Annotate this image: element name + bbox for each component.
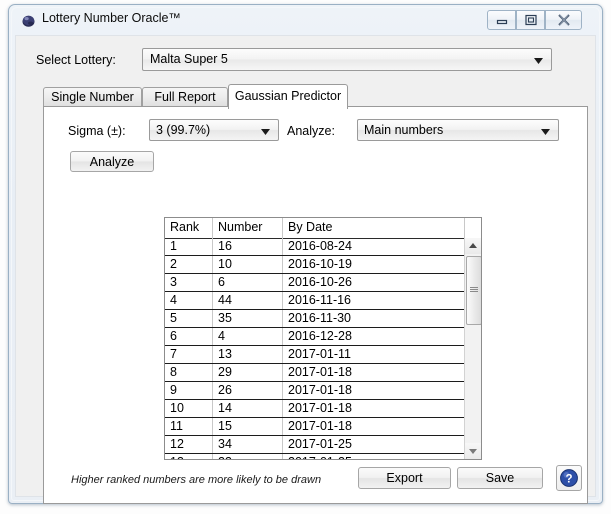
tab-gaussian-predictor[interactable]: Gaussian Predictor <box>228 84 348 109</box>
hint-text: Higher ranked numbers are more likely to… <box>71 474 322 486</box>
cell-by-date: 2017-01-18 <box>288 365 352 379</box>
tab-single-number-label: Single Number <box>51 90 134 104</box>
cell-rank: 12 <box>165 436 213 453</box>
cell-by-date: 2016-10-26 <box>288 275 352 289</box>
cell-rank: 5 <box>165 310 213 327</box>
help-button[interactable]: ? <box>556 465 582 491</box>
cell-rank: 13 <box>165 454 213 459</box>
table-row[interactable]: 1 16 2016-08-24 <box>165 238 464 256</box>
application-window: Lottery Number Oracle™ Select Lottery: M… <box>8 4 603 504</box>
close-button[interactable] <box>545 10 582 30</box>
cell-by-date: 2016-11-16 <box>288 293 352 307</box>
table-row[interactable]: 3 6 2016-10-26 <box>165 274 464 292</box>
table-row[interactable]: 11 15 2017-01-18 <box>165 418 464 436</box>
cell-rank: 2 <box>165 256 213 273</box>
table-row[interactable]: 4 44 2016-11-16 <box>165 292 464 310</box>
chevron-down-icon <box>534 58 543 64</box>
cell-by-date: 2017-01-25 <box>283 454 464 459</box>
cell-number: 16 <box>213 238 283 255</box>
lottery-select[interactable]: Malta Super 5 <box>142 48 552 71</box>
table-row[interactable]: 8 29 2017-01-18 <box>165 364 464 382</box>
cell-rank: 3 <box>165 274 213 291</box>
cell-by-date: 2016-11-30 <box>288 311 352 325</box>
cell-rank: 10 <box>165 400 213 417</box>
cell-rank: 7 <box>165 346 213 363</box>
table-row[interactable]: 9 26 2017-01-18 <box>165 382 464 400</box>
cell-number: 29 <box>213 364 283 381</box>
cell-number: 34 <box>213 436 283 453</box>
lottery-value: Malta Super 5 <box>150 52 228 66</box>
maximize-button[interactable] <box>516 10 545 30</box>
table-row[interactable]: 2 10 2016-10-19 <box>165 256 464 274</box>
sigma-select[interactable]: 3 (99.7%) <box>149 119 279 141</box>
gaussian-predictor-panel: Sigma (±): 3 (99.7%) Analyze: Main numbe… <box>43 106 588 504</box>
table-row[interactable]: 10 14 2017-01-18 <box>165 400 464 418</box>
cell-by-date: 2017-01-18 <box>288 401 352 415</box>
table-row[interactable]: 5 35 2016-11-30 <box>165 310 464 328</box>
cell-number: 4 <box>213 328 283 345</box>
grid-body: 1 16 2016-08-24 2 10 2016-10-19 3 6 2016-10-26 4 4… <box>165 238 464 459</box>
grid-header-filler <box>465 218 481 238</box>
cell-number: 15 <box>213 418 283 435</box>
lottery-label: Select Lottery: <box>36 53 116 67</box>
svg-text:?: ? <box>565 473 572 485</box>
table-row[interactable]: 6 4 2016-12-28 <box>165 328 464 346</box>
cell-number: 23 <box>213 454 283 459</box>
scrollbar-thumb[interactable] <box>466 256 481 325</box>
grid-header-by-date[interactable]: By Date <box>283 218 465 238</box>
cell-by-date: 2016-08-24 <box>288 239 352 253</box>
cell-by-date: 2016-12-28 <box>288 329 352 343</box>
cell-rank: 9 <box>165 382 213 399</box>
cell-number: 44 <box>213 292 283 309</box>
cell-number: 10 <box>213 256 283 273</box>
results-grid: Rank Number By Date 1 16 2016-08-24 2 10 2016… <box>164 217 482 460</box>
table-row[interactable]: 12 34 2017-01-25 <box>165 436 464 454</box>
save-button[interactable]: Save <box>457 467 543 489</box>
cell-rank: 11 <box>165 418 213 435</box>
title-bar[interactable]: Lottery Number Oracle™ <box>9 5 602 35</box>
scroll-up-icon[interactable] <box>465 238 481 254</box>
cell-number: 35 <box>213 310 283 327</box>
tab-gaussian-predictor-label: Gaussian Predictor <box>234 89 342 103</box>
cell-number: 26 <box>213 382 283 399</box>
table-row[interactable]: 7 13 2017-01-11 <box>165 346 464 364</box>
chevron-down-icon <box>541 129 550 135</box>
window-title: Lottery Number Oracle™ <box>42 11 181 25</box>
grid-header-rank[interactable]: Rank <box>165 218 213 238</box>
export-button[interactable]: Export <box>358 467 451 489</box>
cell-by-date: 2017-01-25 <box>288 437 352 451</box>
table-row[interactable]: 13232017-01-25 <box>165 454 464 459</box>
cell-rank: 6 <box>165 328 213 345</box>
cell-by-date: 2017-01-18 <box>288 383 352 397</box>
grid-scrollbar[interactable] <box>464 238 481 459</box>
cell-rank: 1 <box>165 238 213 255</box>
cell-by-date: 2017-01-11 <box>288 347 352 361</box>
grid-header-number[interactable]: Number <box>213 218 283 238</box>
analyze-label: Analyze: <box>287 124 335 138</box>
sphere-icon <box>22 15 35 27</box>
grid-header-row: Rank Number By Date <box>165 218 481 239</box>
cell-by-date: 2017-01-18 <box>288 419 352 433</box>
scroll-down-icon[interactable] <box>465 443 481 459</box>
tab-single-number[interactable]: Single Number <box>43 87 142 107</box>
cell-by-date: 2016-10-19 <box>288 257 352 271</box>
cell-number: 14 <box>213 400 283 417</box>
cell-rank: 8 <box>165 364 213 381</box>
chevron-down-icon <box>261 129 270 135</box>
sigma-value: 3 (99.7%) <box>156 123 211 137</box>
minimize-button[interactable] <box>487 10 516 30</box>
tab-full-report-label: Full Report <box>154 90 216 104</box>
analyze-target-value: Main numbers <box>364 123 444 137</box>
cell-number: 6 <box>213 274 283 291</box>
client-area: Select Lottery: Malta Super 5 Single Num… <box>15 35 596 504</box>
cell-rank: 4 <box>165 292 213 309</box>
analyze-target-select[interactable]: Main numbers <box>357 119 559 141</box>
cell-number: 13 <box>213 346 283 363</box>
analyze-button[interactable]: Analyze <box>70 151 154 172</box>
tab-full-report[interactable]: Full Report <box>142 87 228 107</box>
sigma-label: Sigma (±): <box>68 124 126 138</box>
scrollbar-grip-icon <box>470 287 478 293</box>
help-icon: ? <box>560 469 578 487</box>
